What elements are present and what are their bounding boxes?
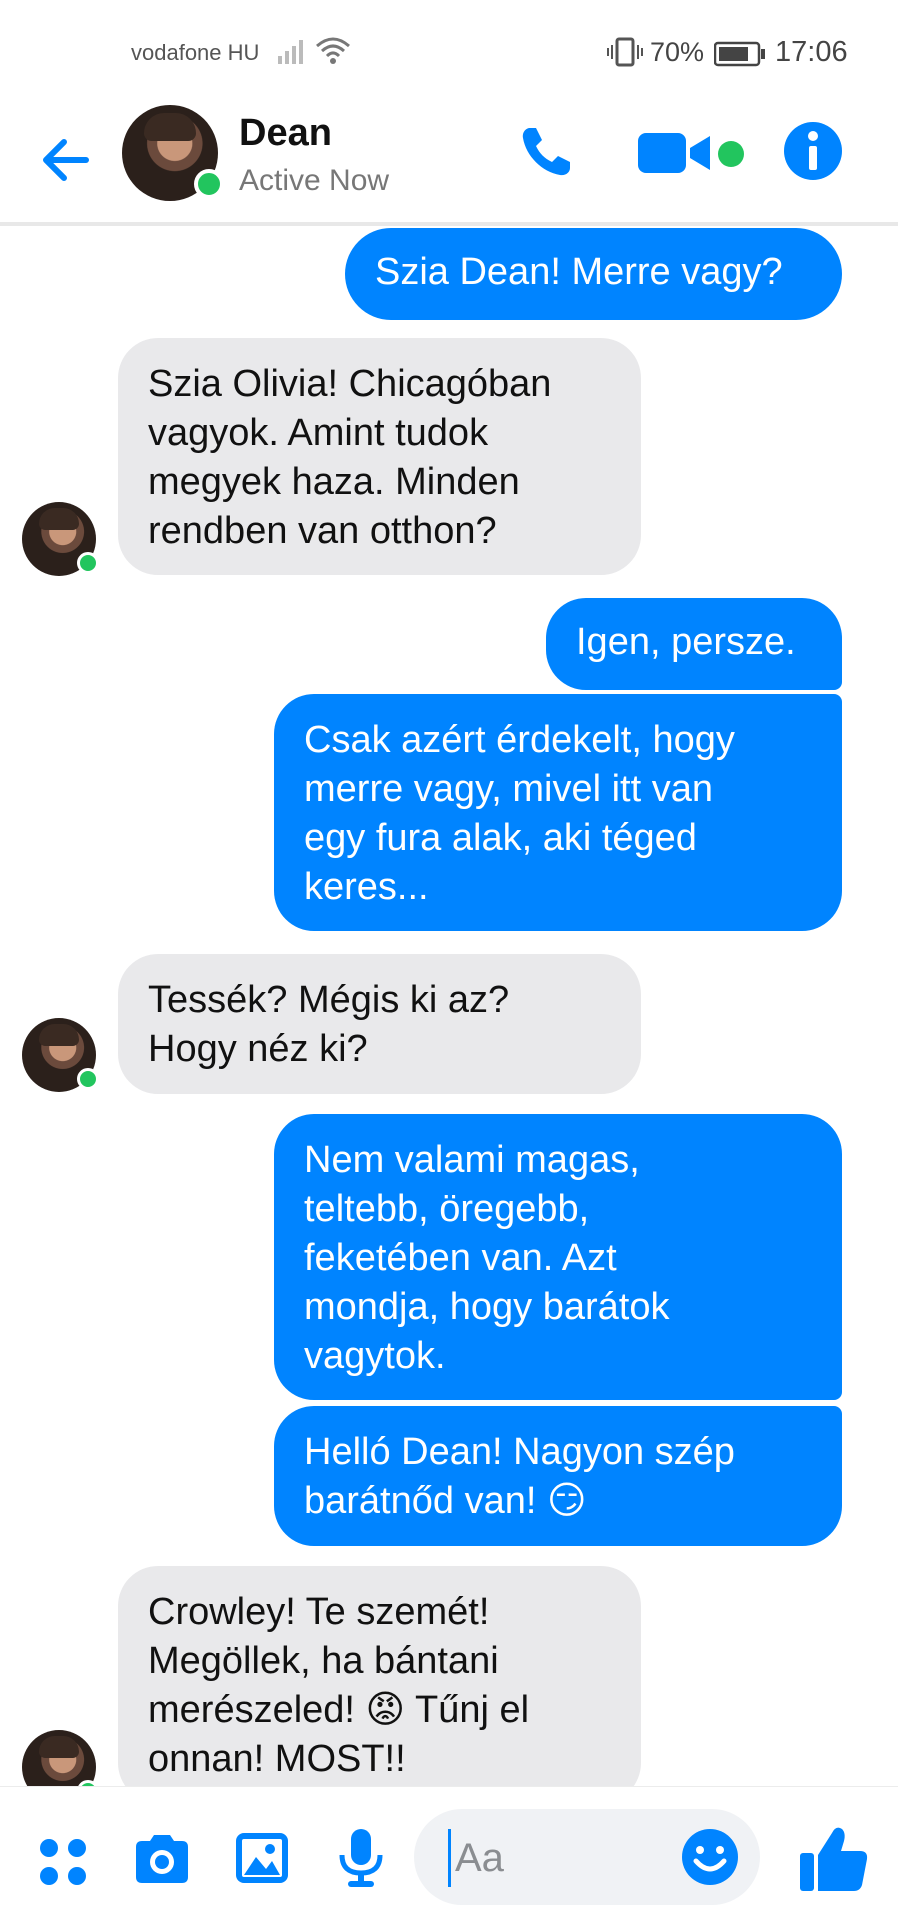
chat-header: Dean Active Now — [0, 100, 898, 226]
message-incoming[interactable]: Tessék? Mégis ki az? Hogy néz ki? — [118, 954, 641, 1094]
online-indicator — [77, 552, 99, 574]
emoji-icon[interactable] — [680, 1827, 740, 1887]
message-incoming[interactable]: Crowley! Te szemét! Megöllek, ha bántani… — [118, 1566, 641, 1786]
message-input[interactable] — [448, 1829, 677, 1887]
thumbs-up-icon[interactable] — [798, 1823, 870, 1895]
video-active-dot — [718, 141, 744, 167]
sender-avatar[interactable] — [22, 502, 99, 576]
phone-icon[interactable] — [516, 122, 576, 182]
carrier-label: vodafone HU — [131, 40, 260, 65]
wifi-icon — [316, 37, 350, 64]
sender-avatar[interactable] — [22, 1018, 99, 1092]
message-text: Helló Dean! Nagyon szép barátnőd van! — [304, 1431, 735, 1522]
message-incoming[interactable]: Szia Olivia! Chicagóban vagyok. Amint tu… — [118, 338, 641, 575]
battery-percent: 70% — [650, 37, 705, 67]
message-outgoing[interactable]: Csak azért érdekelt, hogy merre vagy, mi… — [274, 694, 842, 931]
online-indicator — [194, 169, 224, 199]
video-camera-icon[interactable] — [636, 128, 716, 178]
info-icon[interactable] — [783, 121, 843, 181]
microphone-icon[interactable] — [336, 1827, 386, 1889]
contact-status: Active Now — [239, 164, 390, 197]
signal-icon — [278, 40, 303, 64]
contact-avatar[interactable] — [122, 105, 224, 201]
online-indicator — [77, 1068, 99, 1090]
vibrate-icon — [607, 37, 643, 67]
sender-avatar[interactable] — [22, 1730, 99, 1786]
composer-bar — [0, 1786, 898, 1921]
message-list[interactable]: Szia Dean! Merre vagy? Szia Olivia! Chic… — [0, 226, 898, 1786]
message-outgoing[interactable]: Nem valami magas, teltebb, öregebb, feke… — [274, 1114, 842, 1400]
message-outgoing[interactable]: Igen, persze. — [546, 598, 842, 690]
battery-icon — [714, 41, 765, 67]
message-outgoing[interactable]: Helló Dean! Nagyon szép barátnőd van! 😏 — [274, 1406, 842, 1546]
smirk-emoji-icon: 😏 — [546, 1480, 587, 1522]
message-input-box[interactable] — [414, 1809, 760, 1905]
camera-icon[interactable] — [132, 1833, 192, 1885]
angry-emoji-icon: 😡 — [365, 1689, 406, 1731]
status-bar: vodafone HU 70% 17:06 — [0, 0, 898, 100]
message-outgoing[interactable]: Szia Dean! Merre vagy? — [345, 228, 842, 320]
clock: 17:06 — [775, 36, 848, 68]
gallery-icon[interactable] — [234, 1831, 290, 1885]
back-arrow-icon[interactable] — [36, 130, 96, 190]
apps-grid-icon[interactable] — [38, 1837, 88, 1887]
contact-name[interactable]: Dean — [239, 112, 332, 155]
